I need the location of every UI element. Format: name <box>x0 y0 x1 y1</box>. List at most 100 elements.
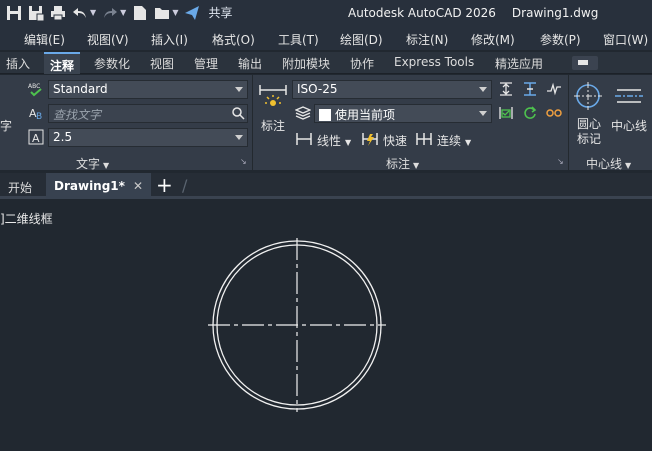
dim-style-select[interactable]: ISO-25 <box>292 80 492 99</box>
svg-text:A: A <box>32 132 40 145</box>
continue-dimension-label: 连续 <box>437 134 462 148</box>
search-icon[interactable] <box>231 106 245 120</box>
menu-edit[interactable]: 编辑(E) <box>24 31 65 48</box>
text-height-value: 2.5 <box>53 130 73 144</box>
file-name: Drawing1.dwg <box>511 6 599 20</box>
dim-inspect-icon[interactable] <box>498 105 514 121</box>
chevron-down-icon: ▼ <box>103 161 110 170</box>
dim-layer-select[interactable]: 使用当前项 <box>314 104 492 123</box>
dimension-button[interactable]: 标注 <box>261 117 285 134</box>
tab-insert[interactable]: 插入 <box>6 55 30 72</box>
text-panel-launcher-icon[interactable]: ↘ <box>240 157 247 166</box>
ribbon-options-icon[interactable] <box>572 56 598 70</box>
continue-dimension-icon <box>416 133 432 145</box>
menu-parameter[interactable]: 参数(P) <box>540 31 581 48</box>
tab-featured-apps[interactable]: 精选应用 <box>495 55 543 72</box>
menu-window[interactable]: 窗口(W) <box>603 31 648 48</box>
app-name: Autodesk AutoCAD 2026 <box>348 6 496 20</box>
menu-view[interactable]: 视图(V) <box>87 31 129 48</box>
tab-view[interactable]: 视图 <box>150 55 174 72</box>
dim-break-icon[interactable] <box>522 81 538 97</box>
panel-divider <box>252 75 253 170</box>
tab-parametric[interactable]: 参数化 <box>94 55 130 72</box>
center-mark-button[interactable]: 圆心 标记 <box>577 117 601 147</box>
save-as-icon[interactable] <box>28 5 44 21</box>
dim-panel-title[interactable]: 标注 ▼ <box>386 155 419 172</box>
find-text-input[interactable]: 查找文字 <box>48 104 248 123</box>
center-mark-icon[interactable] <box>573 81 603 111</box>
save-icon[interactable] <box>6 5 22 21</box>
tab-collaborate[interactable]: 协作 <box>350 55 374 72</box>
share-button[interactable]: 共享 <box>208 4 232 21</box>
text-panel-title-label: 文字 <box>76 157 101 171</box>
text-button-label[interactable]: 字 <box>0 117 12 134</box>
panel-divider <box>568 75 569 170</box>
quick-dimension-icon <box>362 133 378 146</box>
chevron-down-icon: ▼ <box>413 161 420 170</box>
menu-draw[interactable]: 绘图(D) <box>340 31 383 48</box>
continue-dimension-button[interactable]: 连续 ▼ <box>437 132 471 149</box>
redo-dropdown-icon[interactable]: ▼ <box>120 8 126 17</box>
quick-dimension-button[interactable]: 快速 <box>383 132 407 149</box>
new-tab-plus-icon[interactable]: + <box>156 175 173 195</box>
menu-bar: 编辑(E) 视图(V) 插入(I) 格式(O) 工具(T) 绘图(D) 标注(N… <box>0 28 652 50</box>
print-icon[interactable] <box>50 5 66 21</box>
tab-express-tools[interactable]: Express Tools <box>394 55 474 69</box>
center-mark-label-line2: 标记 <box>577 132 602 146</box>
ribbon-tabs: 插入 注释 参数化 视图 管理 输出 附加模块 协作 Express Tools… <box>0 52 652 74</box>
text-height-select[interactable]: 2.5 <box>48 128 248 147</box>
linear-dimension-label: 线性 <box>317 134 342 148</box>
dim-panel-launcher-icon[interactable]: ↘ <box>557 157 564 166</box>
open-folder-icon[interactable] <box>154 5 170 21</box>
chevron-down-icon: ▼ <box>465 138 472 147</box>
qat-customize-icon[interactable]: ▼ <box>172 8 178 17</box>
centerline-icon[interactable] <box>614 81 644 111</box>
dim-panel-title-label: 标注 <box>386 157 411 171</box>
dim-associate-icon[interactable] <box>546 105 562 121</box>
menu-format[interactable]: 格式(O) <box>212 31 255 48</box>
dimension-icon[interactable] <box>258 81 288 111</box>
text-panel-title[interactable]: 文字 ▼ <box>76 155 109 172</box>
new-icon[interactable] <box>132 5 148 21</box>
layer-icon <box>295 106 311 120</box>
text-style-select[interactable]: Standard <box>48 80 248 99</box>
tab-addins[interactable]: 附加模块 <box>282 55 330 72</box>
tab-separator: / <box>182 176 188 195</box>
drawing-tab[interactable]: Drawing1* ✕ <box>46 173 151 199</box>
tab-output[interactable]: 输出 <box>238 55 262 72</box>
dim-space-icon[interactable] <box>498 81 514 97</box>
centerline-button[interactable]: 中心线 <box>611 117 647 134</box>
chevron-down-icon: ▼ <box>345 138 352 147</box>
undo-icon[interactable] <box>72 5 88 21</box>
centerline-panel-title-label: 中心线 <box>586 157 623 171</box>
ribbon-panel: 字 ABC Standard AB 查找文字 A 2.5 文字 ▼ ↘ 标注 IS… <box>0 75 652 172</box>
menu-modify[interactable]: 修改(M) <box>471 31 515 48</box>
quick-access-toolbar: ▼ ▼ ▼ 共享 <box>6 4 232 21</box>
layer-color-swatch <box>319 109 331 121</box>
chevron-down-icon: ▼ <box>625 161 632 170</box>
menu-dimension[interactable]: 标注(N) <box>406 31 448 48</box>
undo-dropdown-icon[interactable]: ▼ <box>90 8 96 17</box>
dim-layer-value: 使用当前项 <box>335 108 396 122</box>
chevron-down-icon <box>479 87 487 92</box>
drawing-tab-label: Drawing1* <box>54 179 125 193</box>
center-mark-label-line1: 圆心 <box>577 117 602 131</box>
text-height-icon: A <box>28 129 44 145</box>
svg-text:ABC: ABC <box>28 83 40 90</box>
start-tab[interactable]: 开始 <box>0 173 40 199</box>
window-title: Autodesk AutoCAD 2026 Drawing1.dwg <box>348 6 598 20</box>
menu-tools[interactable]: 工具(T) <box>278 31 319 48</box>
dim-jog-icon[interactable] <box>546 81 562 97</box>
redo-icon[interactable] <box>102 5 118 21</box>
dim-style-value: ISO-25 <box>297 82 338 96</box>
linear-dimension-button[interactable]: 线性 ▼ <box>317 132 351 149</box>
close-icon[interactable]: ✕ <box>133 179 143 193</box>
chevron-down-icon <box>479 111 487 116</box>
tab-manage[interactable]: 管理 <box>194 55 218 72</box>
tab-annotate[interactable]: 注释 <box>44 52 81 74</box>
share-icon[interactable] <box>184 5 200 21</box>
centerline-panel-title[interactable]: 中心线 ▼ <box>586 155 631 172</box>
drawing-svg[interactable] <box>0 202 652 451</box>
menu-insert[interactable]: 插入(I) <box>151 31 188 48</box>
dim-update-icon[interactable] <box>522 105 538 121</box>
